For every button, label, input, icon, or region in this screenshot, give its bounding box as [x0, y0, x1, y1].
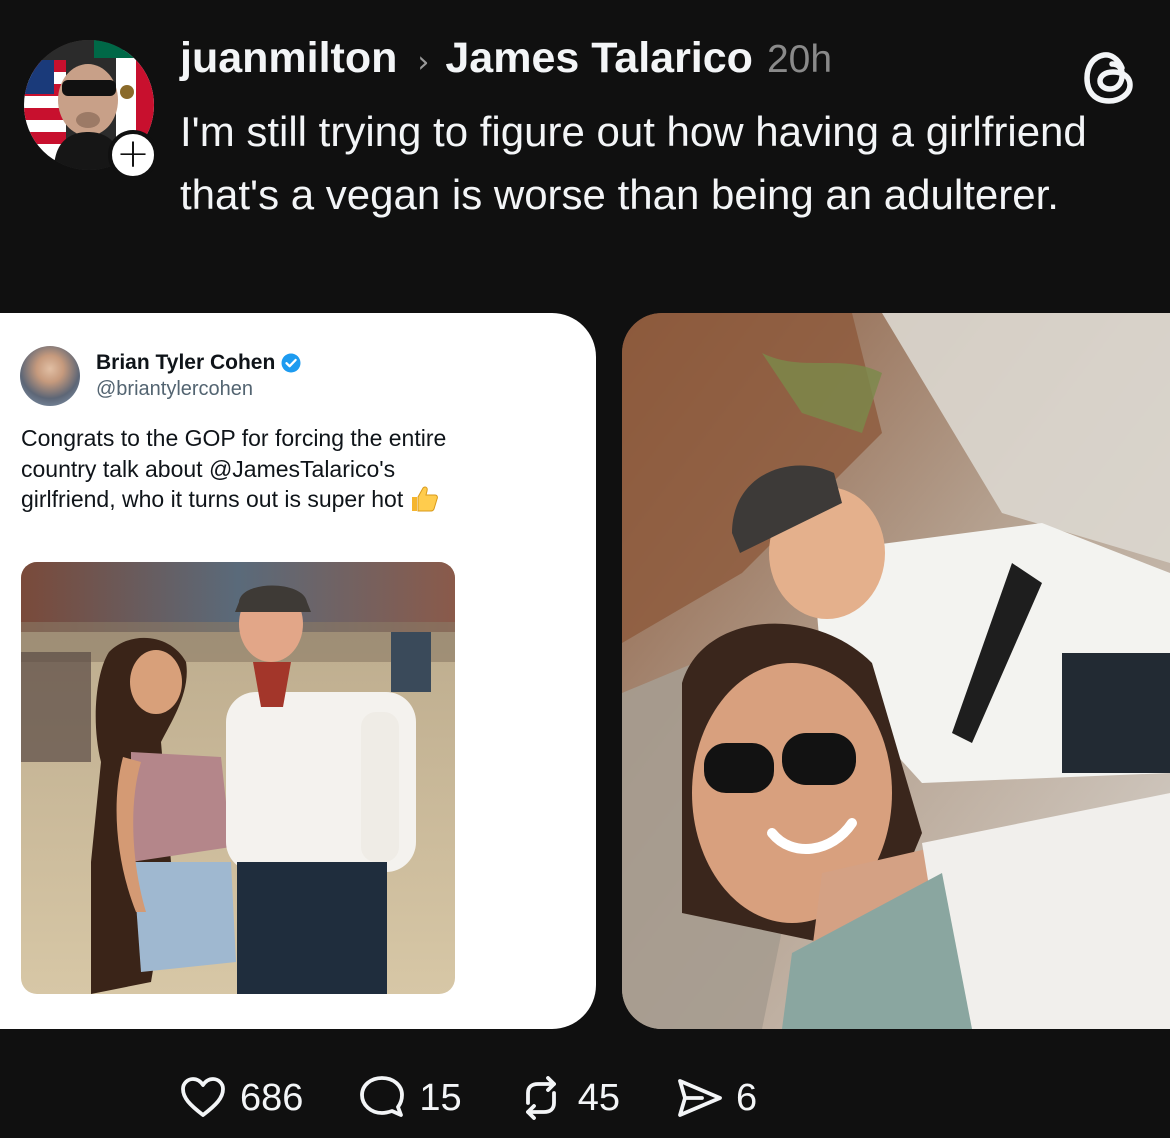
thumbs-up-icon — [412, 486, 439, 512]
share-button[interactable]: 6 — [674, 1073, 757, 1123]
heart-icon — [181, 1077, 225, 1117]
tweet-author-name: Brian Tyler Cohen — [96, 351, 276, 374]
verified-badge-icon — [281, 353, 301, 373]
post-byline: juanmilton › James Talarico 20h — [180, 34, 832, 86]
repost-count: 45 — [577, 1076, 620, 1119]
tweet-author-name-row: Brian Tyler Cohen — [96, 351, 301, 375]
tweet-author-handle: @briantylercohen — [96, 378, 254, 400]
like-count: 686 — [240, 1076, 304, 1119]
tweet-text: Congrats to the GOP for forcing the enti… — [21, 423, 451, 515]
embedded-tweet-card[interactable]: Brian Tyler Cohen @briantylercohen Congr… — [0, 313, 596, 1029]
repost-icon — [525, 1076, 556, 1120]
threads-logo-icon[interactable] — [1082, 48, 1138, 108]
post-header: + juanmilton › James Talarico 20h I'm st… — [0, 0, 1170, 300]
tweet-author-avatar — [20, 346, 80, 406]
selfie-photo-image — [622, 313, 1170, 1029]
tweet-text-content: Congrats to the GOP for forcing the enti… — [21, 425, 447, 512]
festival-photo-image — [21, 562, 455, 994]
post-body-text: I'm still trying to figure out how havin… — [180, 108, 1087, 218]
repost-button[interactable]: 45 — [516, 1073, 620, 1123]
reply-button[interactable]: 15 — [357, 1073, 462, 1123]
post-action-bar: 686 15 45 6 — [178, 1068, 757, 1128]
tweet-photo[interactable] — [21, 562, 455, 994]
follow-button[interactable]: + — [108, 130, 158, 180]
chevron-right-icon: › — [417, 45, 430, 80]
share-count: 6 — [735, 1076, 758, 1119]
author-name[interactable]: juanmilton — [180, 34, 397, 83]
author-avatar-container[interactable]: + — [24, 40, 158, 180]
reply-count: 15 — [419, 1076, 462, 1119]
reply-to-name[interactable]: James Talarico — [445, 34, 753, 83]
post-timestamp: 20h — [766, 38, 833, 81]
send-icon — [678, 1079, 722, 1117]
like-button[interactable]: 686 — [178, 1073, 303, 1123]
comment-icon — [360, 1076, 405, 1117]
selfie-photo[interactable] — [622, 313, 1170, 1029]
